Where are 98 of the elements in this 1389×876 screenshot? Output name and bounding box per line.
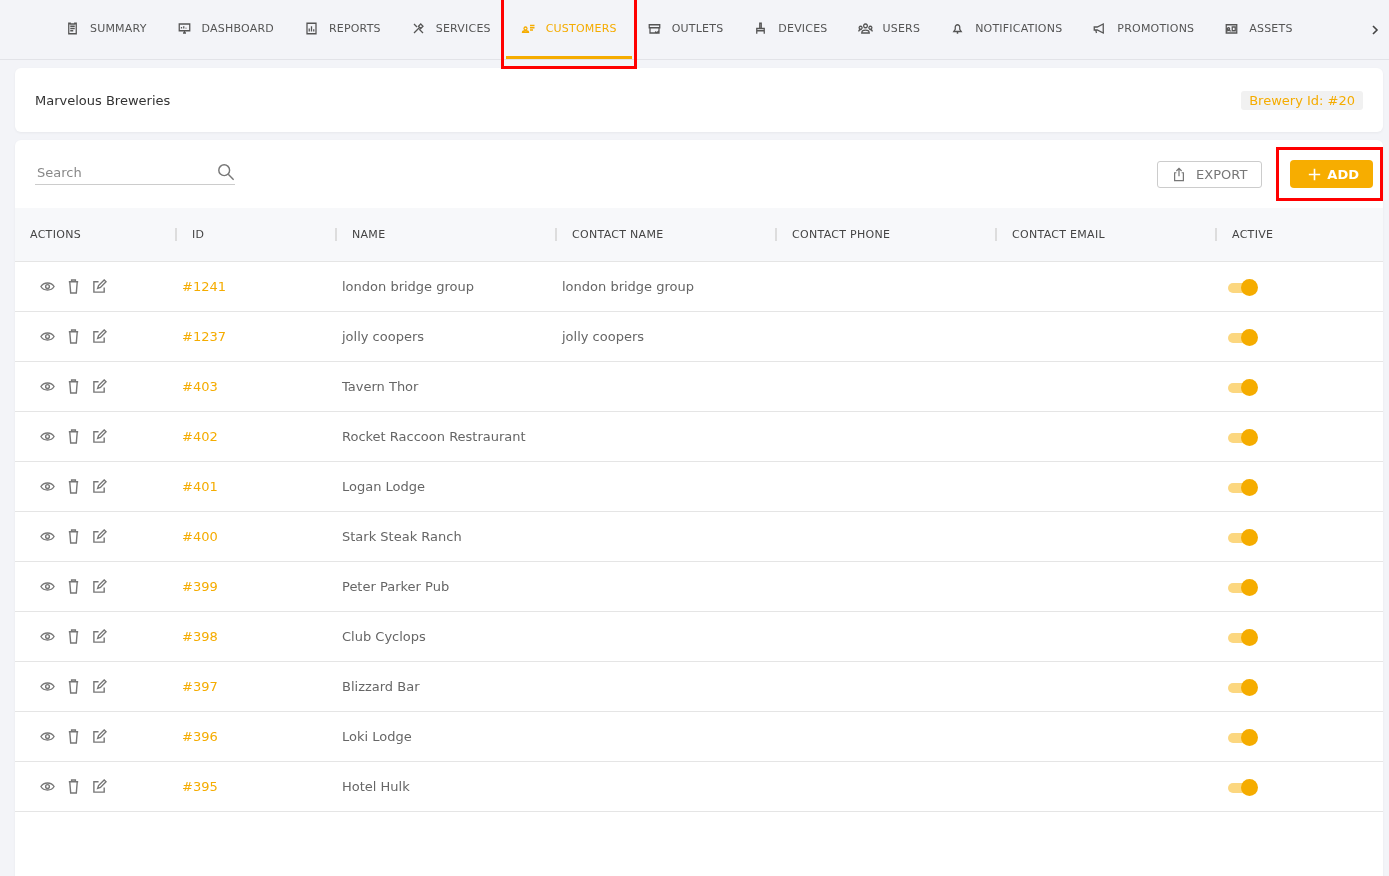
eye-icon[interactable] (40, 379, 55, 394)
people-icon (857, 20, 873, 36)
monitor-icon (176, 20, 192, 36)
table-cell[interactable]: #1237 (182, 329, 226, 344)
table-cell[interactable]: #403 (182, 379, 218, 394)
plus-icon (1308, 167, 1322, 181)
edit-icon[interactable] (92, 329, 107, 344)
share-icon (1172, 166, 1187, 182)
table-cell[interactable]: #1241 (182, 279, 226, 294)
active-toggle[interactable] (1228, 682, 1256, 693)
active-toggle[interactable] (1228, 782, 1256, 793)
column-header: NAME (352, 228, 386, 241)
trash-icon[interactable] (66, 279, 81, 294)
column-header: CONTACT NAME (572, 228, 664, 241)
nav-tab[interactable]: PROMOTIONS (1077, 0, 1210, 59)
table-cell: Logan Lodge (342, 479, 426, 494)
edit-icon[interactable] (92, 479, 107, 494)
trash-icon[interactable] (66, 429, 81, 444)
table-cell[interactable]: #396 (182, 729, 218, 744)
column-header: ACTIONS (30, 228, 81, 241)
eye-icon[interactable] (40, 529, 55, 544)
eye-icon[interactable] (40, 279, 55, 294)
edit-icon[interactable] (92, 529, 107, 544)
nav-tab[interactable]: ASSETS (1209, 0, 1308, 59)
table-cell: jolly coopers (342, 329, 425, 344)
eye-icon[interactable] (40, 629, 55, 644)
active-toggle[interactable] (1228, 482, 1256, 493)
table-cell: Stark Steak Ranch (342, 529, 462, 544)
nav-tab[interactable]: CUSTOMERS (505, 0, 632, 59)
table-cell: Rocket Raccoon Restraurant (342, 429, 526, 444)
eye-icon[interactable] (40, 329, 55, 344)
eye-icon[interactable] (40, 729, 55, 744)
table-cell[interactable]: #401 (182, 479, 218, 494)
chevron-right-icon[interactable] (1369, 23, 1381, 36)
eye-icon[interactable] (40, 779, 55, 794)
table-cell: Peter Parker Pub (342, 579, 450, 594)
brewery-id-badge: Brewery Id: #20 (1241, 90, 1363, 110)
active-toggle[interactable] (1228, 382, 1256, 393)
table-cell: Hotel Hulk (342, 779, 410, 794)
table-cell: Loki Lodge (342, 729, 412, 744)
trash-icon[interactable] (66, 629, 81, 644)
table-cell: Blizzard Bar (342, 679, 420, 694)
nav-tab[interactable]: DEVICES (738, 0, 843, 59)
table-cell: london bridge group (562, 279, 694, 294)
column-header: CONTACT EMAIL (1012, 228, 1105, 241)
trash-icon[interactable] (66, 679, 81, 694)
nav-tab[interactable]: SERVICES (395, 0, 506, 59)
trash-icon[interactable] (66, 379, 81, 394)
table-cell[interactable]: #402 (182, 429, 218, 444)
company-name: Marvelous Breweries (35, 92, 171, 108)
trash-icon[interactable] (66, 329, 81, 344)
active-toggle[interactable] (1228, 532, 1256, 543)
search-icon[interactable] (217, 163, 235, 181)
table-cell[interactable]: #397 (182, 679, 218, 694)
table-cell: Tavern Thor (342, 379, 419, 394)
chart-icon (303, 20, 319, 36)
trash-icon[interactable] (66, 479, 81, 494)
column-header: ACTIVE (1232, 228, 1274, 241)
edit-icon[interactable] (92, 379, 107, 394)
trash-icon[interactable] (66, 579, 81, 594)
active-toggle[interactable] (1228, 582, 1256, 593)
trash-icon[interactable] (66, 729, 81, 744)
nav-tab[interactable]: REPORTS (288, 0, 396, 59)
active-toggle[interactable] (1228, 732, 1256, 743)
add-button[interactable]: ADD (1290, 160, 1373, 188)
eye-icon[interactable] (40, 429, 55, 444)
nav-tab[interactable]: OUTLETS (631, 0, 739, 59)
nav-tab[interactable]: USERS (842, 0, 936, 59)
edit-icon[interactable] (92, 629, 107, 644)
active-toggle[interactable] (1228, 432, 1256, 443)
edit-icon[interactable] (92, 429, 107, 444)
eye-icon[interactable] (40, 679, 55, 694)
edit-icon[interactable] (92, 279, 107, 294)
table-cell[interactable]: #395 (182, 779, 218, 794)
table-cell[interactable]: #400 (182, 529, 218, 544)
eye-icon[interactable] (40, 579, 55, 594)
edit-icon[interactable] (92, 779, 107, 794)
active-toggle[interactable] (1228, 332, 1256, 343)
clipboard-icon (65, 20, 80, 36)
edit-icon[interactable] (92, 579, 107, 594)
nav-tab[interactable]: NOTIFICATIONS (935, 0, 1078, 59)
export-button[interactable]: EXPORT (1157, 160, 1263, 188)
table-cell: london bridge group (342, 279, 474, 294)
trash-icon[interactable] (66, 779, 81, 794)
column-header: CONTACT PHONE (792, 228, 891, 241)
table-cell[interactable]: #399 (182, 579, 218, 594)
edit-icon[interactable] (92, 679, 107, 694)
nav-tab[interactable]: SUMMARY (50, 0, 162, 59)
edit-icon[interactable] (92, 729, 107, 744)
trash-icon[interactable] (66, 529, 81, 544)
active-toggle[interactable] (1228, 282, 1256, 293)
table-cell: jolly coopers (562, 329, 645, 344)
column-header: ID (192, 228, 205, 241)
table-cell: Club Cyclops (342, 629, 426, 644)
eye-icon[interactable] (40, 479, 55, 494)
active-toggle[interactable] (1228, 632, 1256, 643)
nav-tab[interactable]: DASHBOARD (161, 0, 289, 59)
table-cell[interactable]: #398 (182, 629, 218, 644)
